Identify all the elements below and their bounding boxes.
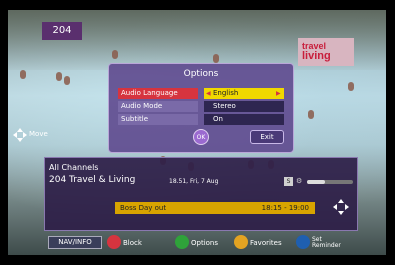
green-button-icon[interactable] (175, 235, 189, 249)
volume-bar (307, 180, 353, 184)
blue-button-icon[interactable] (296, 235, 310, 249)
arrow-right-icon[interactable]: ▶ (276, 88, 281, 99)
settings-icon: ⚙ (296, 177, 303, 185)
move-arrows-icon (13, 128, 27, 142)
bottom-button-bar: NAV/INFO Block Options Favorites Set Rem… (0, 233, 395, 253)
option-label: Audio Mode (118, 101, 198, 112)
nav-arrows-icon (333, 199, 349, 215)
program-bar[interactable]: Boss Day out 18:15 - 19:00 (115, 202, 315, 214)
red-button-label: Block (123, 239, 142, 247)
program-title: Boss Day out (120, 204, 167, 212)
current-time: 18.51, Fri, 7 Aug (169, 178, 219, 185)
options-title: Options (183, 69, 219, 79)
program-time: 18:15 - 19:00 (261, 204, 309, 212)
yellow-button-icon[interactable] (234, 235, 248, 249)
green-button-label: Options (191, 239, 219, 247)
option-value[interactable]: ◀ English ▶ (204, 88, 284, 99)
ok-button[interactable]: OK (193, 129, 209, 145)
option-row-audio-mode[interactable]: Audio Mode Stereo (118, 101, 284, 112)
channel-name: 204 Travel & Living (49, 175, 136, 185)
volume-fill (307, 180, 326, 184)
red-button-icon[interactable] (107, 235, 121, 249)
channel-info-bar: All Channels 204 Travel & Living 18.51, … (44, 157, 358, 231)
exit-button[interactable]: Exit (250, 130, 284, 144)
blue-button-label: Set Reminder (312, 236, 341, 249)
channel-number: 204 (52, 25, 72, 36)
nav-info-button[interactable]: NAV/INFO (48, 236, 102, 249)
arrow-left-icon[interactable]: ◀ (206, 88, 211, 99)
channel-logo: travel living (298, 38, 354, 66)
channel-group: All Channels (49, 163, 99, 172)
s-badge: S (284, 177, 293, 186)
option-row-audio-language[interactable]: Audio Language ◀ English ▶ (118, 88, 284, 99)
logo-line2: living (302, 50, 331, 62)
channel-number-badge: 204 (42, 22, 82, 40)
option-row-subtitle[interactable]: Subtitle On (118, 114, 284, 125)
option-label: Subtitle (118, 114, 198, 125)
option-value[interactable]: On (204, 114, 284, 125)
move-label: Move (29, 130, 48, 138)
option-label: Audio Language (118, 88, 198, 99)
yellow-button-label: Favorites (250, 239, 282, 247)
option-value-text: English (213, 89, 239, 97)
option-value[interactable]: Stereo (204, 101, 284, 112)
